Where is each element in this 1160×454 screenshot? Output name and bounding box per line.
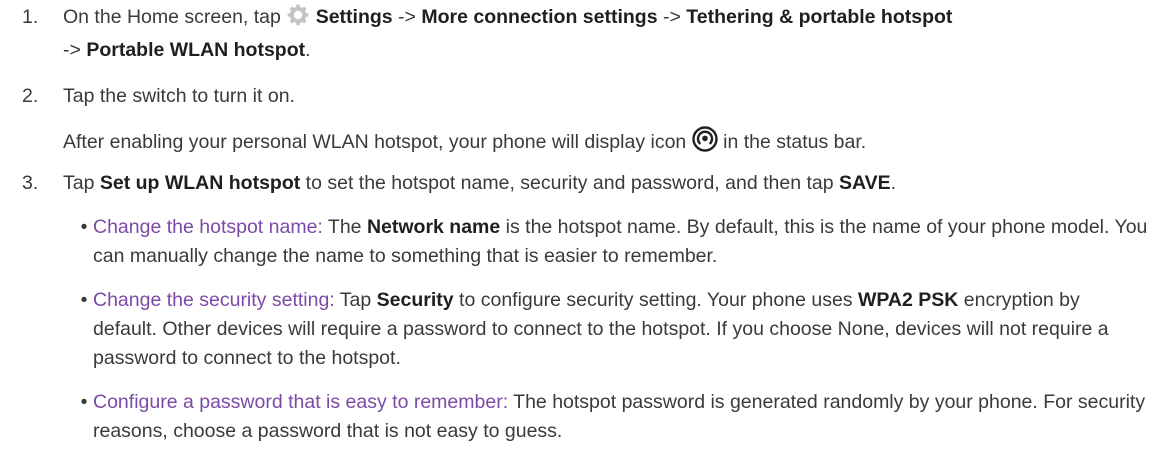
text-run: to configure security setting. Your phon… xyxy=(453,289,858,311)
text-run: After enabling your personal WLAN hotspo… xyxy=(63,131,692,153)
text-run: -> xyxy=(392,6,422,28)
text-run: in the status bar. xyxy=(717,131,867,153)
bullet-lead: Change the security setting: xyxy=(93,289,335,311)
text-run: Tap xyxy=(63,172,100,194)
text-run: . xyxy=(890,172,897,194)
bullet-text: Change the hotspot name: The Network nam… xyxy=(93,213,1149,271)
bullet-text: Configure a password that is easy to rem… xyxy=(93,388,1149,446)
save-label: SAVE xyxy=(839,172,891,194)
wpa2-psk-label: WPA2 PSK xyxy=(857,289,959,311)
step-text: Tap Set up WLAN hotspot to set the hotsp… xyxy=(63,169,1148,198)
security-label: Security xyxy=(376,289,454,311)
settings-label: Settings xyxy=(315,6,393,28)
bullet-item-security: • Change the security setting: Tap Secur… xyxy=(79,286,1149,373)
step-note-text: After enabling your personal WLAN hotspo… xyxy=(63,126,1148,161)
text-run: On the Home screen, tap xyxy=(63,6,287,28)
more-connection-settings-label: More connection settings xyxy=(421,6,658,28)
step-number: 1. xyxy=(22,6,39,28)
portable-hotspot-label: Portable WLAN hotspot xyxy=(86,39,306,61)
bullet-glyph: • xyxy=(80,391,88,413)
setup-hotspot-label: Set up WLAN hotspot xyxy=(99,172,301,194)
gear-icon xyxy=(286,3,310,36)
hotspot-status-icon xyxy=(691,126,718,161)
bullet-glyph: • xyxy=(80,216,88,238)
bullet-lead: Configure a password that is easy to rem… xyxy=(93,391,509,413)
text-run: to set the hotspot name, security and pa… xyxy=(300,172,839,194)
step-number: 3. xyxy=(22,172,39,194)
tethering-label: Tethering & portable hotspot xyxy=(686,6,953,28)
text-run: -> xyxy=(63,39,87,61)
bullet-item-password: • Configure a password that is easy to r… xyxy=(79,388,1149,446)
step-text: Tap the switch to turn it on. xyxy=(63,85,295,107)
step-2-note: After enabling your personal WLAN hotspo… xyxy=(22,126,1148,161)
bullet-glyph: • xyxy=(80,289,88,311)
bullet-lead: Change the hotspot name: xyxy=(93,216,323,238)
step-text: On the Home screen, tap Settings -> More xyxy=(63,3,1148,65)
step-number: 2. xyxy=(22,85,39,107)
network-name-label: Network name xyxy=(366,216,501,238)
instruction-document: 1. On the Home screen, tap Settings -> M… xyxy=(0,0,1160,454)
bullet-text: Change the security setting: Tap Securit… xyxy=(93,286,1149,373)
text-run: Tap xyxy=(334,289,377,311)
text-run: . xyxy=(305,39,311,61)
bullet-item-hotspot-name: • Change the hotspot name: The Network n… xyxy=(79,213,1149,271)
step-2: 2. Tap the switch to turn it on. xyxy=(22,82,1148,111)
step-3: 3. Tap Set up WLAN hotspot to set the ho… xyxy=(22,169,1148,198)
text-run: The xyxy=(322,216,367,238)
text-run: -> xyxy=(657,6,687,28)
step-1: 1. On the Home screen, tap Settings -> M… xyxy=(22,3,1148,65)
